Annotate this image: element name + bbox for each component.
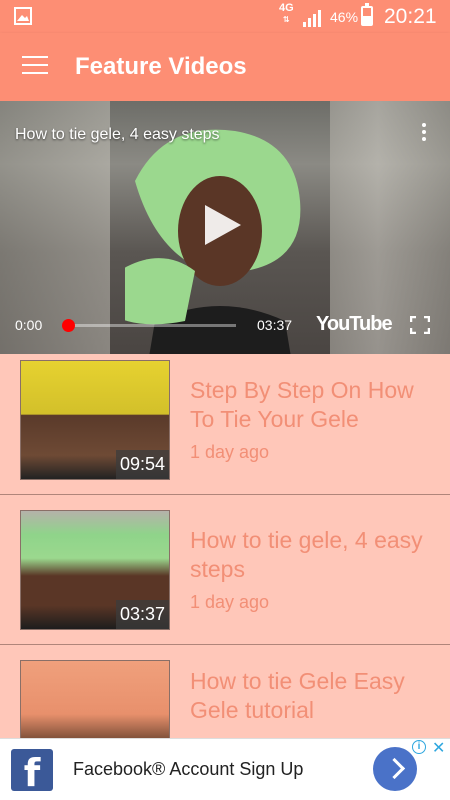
status-bar: 4G ⇅ 46% 20:21 — [0, 0, 450, 33]
scrubber-handle[interactable] — [62, 319, 75, 332]
ad-close-icon[interactable]: ✕ — [432, 738, 445, 758]
video-list: 09:54 Step By Step On How To Tie Your Ge… — [0, 354, 450, 795]
list-item[interactable]: 09:54 Step By Step On How To Tie Your Ge… — [0, 354, 450, 495]
video-item-age: 1 day ago — [190, 592, 270, 612]
video-duration-badge: 09:54 — [115, 450, 169, 479]
more-options-icon[interactable] — [418, 123, 430, 147]
video-title: How to tie gele, 4 easy steps — [15, 126, 220, 143]
battery-percent: 46% — [330, 9, 359, 25]
fullscreen-icon[interactable] — [410, 316, 430, 334]
video-thumbnail: 03:37 — [20, 510, 170, 630]
ad-text: Facebook® Account Sign Up — [73, 759, 304, 779]
app-bar: Feature Videos — [0, 33, 450, 101]
video-thumbnail: 09:54 — [20, 360, 170, 480]
hamburger-menu-icon[interactable] — [22, 56, 48, 76]
facebook-logo-icon: f — [11, 749, 53, 791]
page-title: Feature Videos — [75, 53, 247, 80]
gallery-notification-icon — [14, 7, 32, 25]
network-type: 4G ⇅ — [279, 2, 294, 25]
battery-icon — [361, 3, 373, 26]
ad-info-icon[interactable]: i — [412, 740, 426, 754]
youtube-logo[interactable]: YouTube — [316, 313, 393, 336]
ad-banner[interactable]: f Facebook® Account Sign Up i ✕ — [0, 738, 450, 800]
video-duration-badge: 03:37 — [115, 600, 169, 629]
video-player[interactable]: How to tie gele, 4 easy steps 0:00 03:37… — [0, 101, 450, 354]
ad-open-arrow-icon[interactable] — [373, 747, 417, 791]
signal-icon — [303, 10, 321, 27]
play-icon[interactable] — [205, 205, 241, 245]
video-item-age: 1 day ago — [190, 442, 270, 462]
clock: 20:21 — [384, 5, 437, 28]
progress-track[interactable] — [68, 324, 236, 327]
video-item-title: How to tie Gele Easy Gele tutorial — [190, 668, 405, 723]
video-duration: 03:37 — [257, 317, 293, 333]
video-item-title: How to tie gele, 4 easy steps — [190, 527, 423, 582]
current-time: 0:00 — [15, 317, 43, 333]
video-item-title: Step By Step On How To Tie Your Gele — [190, 377, 414, 432]
list-item[interactable]: 03:37 How to tie gele, 4 easy steps 1 da… — [0, 495, 450, 645]
